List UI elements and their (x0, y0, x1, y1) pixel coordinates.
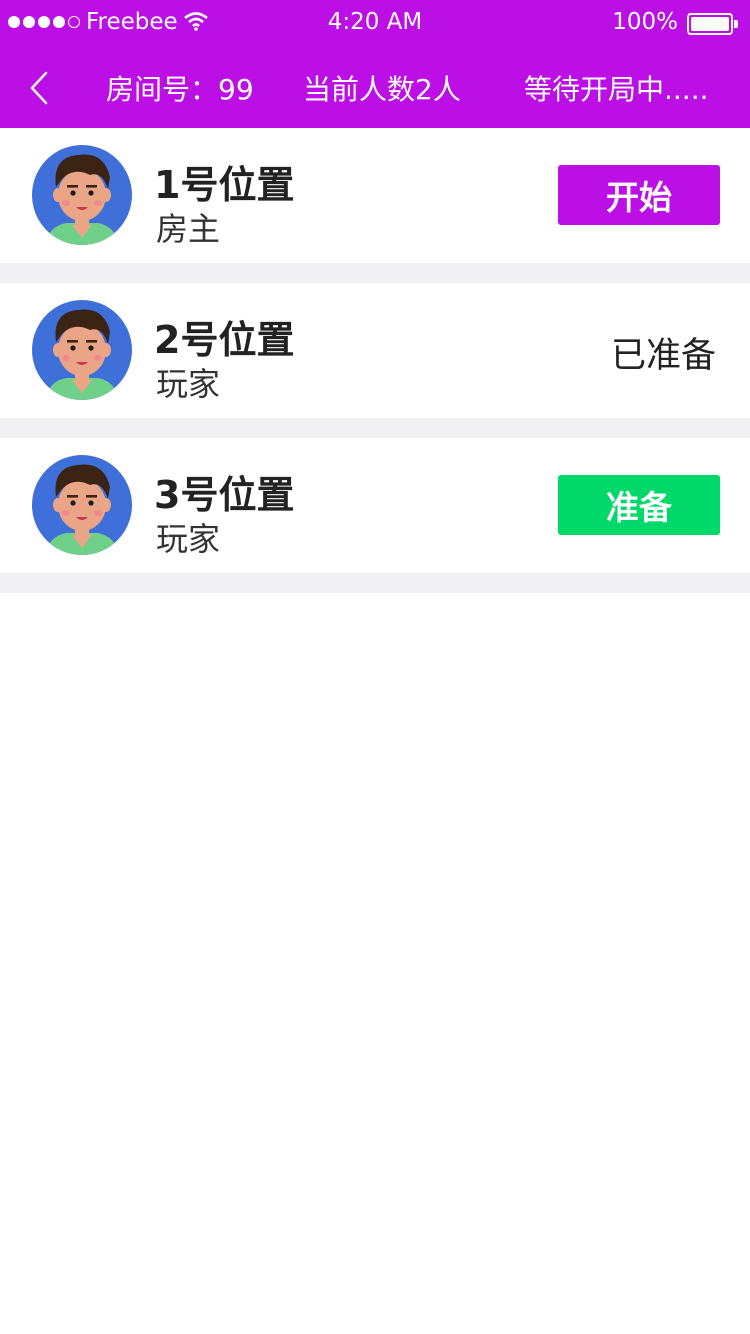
row-separator (0, 573, 750, 593)
seat-role: 玩家 (156, 365, 221, 403)
seat-row-1: 1号位置 房主 开始 (0, 128, 750, 263)
row-separator (0, 418, 750, 438)
nav-bar: 房间号：99 当前人数2人 等待开局中..... (0, 48, 750, 128)
avatar (32, 455, 132, 555)
seat-row-3: 3号位置 玩家 准备 (0, 438, 750, 573)
seat-title: 2号位置 (154, 318, 295, 362)
seat-role: 玩家 (156, 520, 221, 558)
ready-status-text: 已准备 (610, 336, 716, 376)
seat-row-2: 2号位置 玩家 已准备 (0, 283, 750, 418)
back-arrow-icon[interactable] (24, 68, 54, 108)
game-status: 等待开局中..... (524, 73, 709, 106)
seat-list: 1号位置 房主 开始 2号位置 玩家 已准备 3号位置 玩家 准备 (0, 128, 750, 593)
status-bar: Freebee 4:20 AM 100% (0, 0, 750, 48)
avatar (32, 300, 132, 400)
battery-tip (734, 20, 738, 28)
seat-role: 房主 (156, 210, 221, 248)
battery-percent: 100% (612, 9, 678, 35)
row-separator (0, 263, 750, 283)
player-count: 当前人数2人 (303, 73, 461, 106)
ready-button[interactable]: 准备 (558, 475, 720, 535)
avatar (32, 145, 132, 245)
room-number: 房间号：99 (106, 73, 254, 106)
header: Freebee 4:20 AM 100% 房间号：99 当前人数2人 等待开局中… (0, 0, 750, 128)
start-button[interactable]: 开始 (558, 165, 720, 225)
seat-title: 3号位置 (154, 473, 295, 517)
seat-title: 1号位置 (154, 163, 295, 207)
battery-icon (687, 13, 733, 35)
